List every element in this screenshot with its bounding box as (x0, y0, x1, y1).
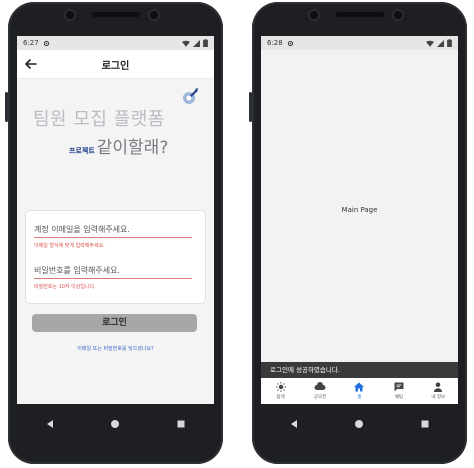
hero-headline: 팀원 모집 플랫폼 (33, 109, 165, 130)
volume-button (5, 92, 8, 122)
nav-recents-icon[interactable] (176, 419, 186, 429)
hero-slogan: 같이할래? (96, 138, 169, 158)
login-screen: 6:27 로그인 팀원 모집 플랫폼 프로젝트 같이할래? 계정 이메일을 입력… (17, 36, 214, 404)
signal-icon (437, 39, 444, 47)
chat-icon (394, 382, 404, 392)
phone-right: 6:28 Main Page 로그인에 성공하였습니다. 탐색 공모전 홈 채팅… (249, 2, 467, 464)
hero-banner: 팀원 모집 플랫폼 프로젝트 같이할래? (17, 79, 214, 171)
home-icon (354, 382, 365, 392)
speaker-grille (335, 12, 384, 17)
forgot-credentials-link[interactable]: 이메일 또는 비밀번호를 잊으셨나요? (17, 345, 214, 352)
bottom-nav-chat[interactable]: 채팅 (381, 382, 417, 400)
speaker-grille (91, 12, 140, 17)
front-camera (66, 11, 74, 19)
person-icon (434, 382, 443, 392)
volume-button (249, 92, 252, 122)
front-sensor (150, 11, 158, 19)
android-nav-bar (261, 406, 458, 442)
login-button[interactable]: 로그인 (32, 314, 197, 332)
nav-home-icon[interactable] (354, 419, 364, 429)
password-input[interactable]: 비밀번호를 입력해주세요. (34, 263, 192, 279)
wifi-icon (426, 40, 434, 47)
bottom-nav-label: 내 정보 (431, 395, 446, 400)
login-form-card: 계정 이메일을 입력해주세요. 이메일 형식에 맞게 입력해주세요. 비밀번호를… (25, 210, 206, 304)
bottom-nav-label: 홈 (357, 395, 362, 400)
nav-back-icon[interactable] (45, 419, 55, 429)
bottom-nav-profile[interactable]: 내 정보 (420, 382, 456, 400)
bottom-nav-label: 채팅 (394, 395, 403, 400)
email-input[interactable]: 계정 이메일을 입력해주세요. (34, 222, 192, 238)
status-bar: 6:28 (261, 36, 458, 50)
email-group: 계정 이메일을 입력해주세요. 이메일 형식에 맞게 입력해주세요. (34, 222, 192, 249)
phone-left: 6:27 로그인 팀원 모집 플랫폼 프로젝트 같이할래? 계정 이메일을 입력… (5, 2, 223, 464)
settings-icon (287, 40, 293, 46)
nav-back-icon[interactable] (289, 419, 299, 429)
battery-icon (203, 39, 208, 47)
bottom-nav-home[interactable]: 홈 (341, 382, 377, 400)
app-bar: 로그인 (17, 50, 214, 79)
signal-icon (193, 39, 200, 47)
status-bar: 6:27 (17, 36, 214, 50)
status-time: 6:28 (267, 39, 283, 47)
front-sensor (394, 11, 402, 19)
bottom-nav-contest[interactable]: 공모전 (302, 382, 338, 400)
status-time: 6:27 (23, 39, 39, 47)
nav-recents-icon[interactable] (420, 419, 430, 429)
cloud-icon (314, 382, 326, 390)
main-page-label: Main Page (341, 206, 378, 214)
bottom-nav-label: 탐색 (276, 395, 285, 400)
wifi-icon (182, 40, 190, 47)
battery-icon (447, 39, 452, 47)
hero-tag: 프로젝트 (69, 147, 95, 155)
password-error-text: 비밀번호는 10자 이상입니다. (34, 284, 96, 290)
password-group: 비밀번호를 입력해주세요. 비밀번호는 10자 이상입니다. (34, 263, 192, 290)
sun-icon (275, 382, 286, 392)
back-arrow-icon[interactable] (23, 56, 39, 72)
main-screen: 6:28 Main Page 로그인에 성공하였습니다. 탐색 공모전 홈 채팅… (261, 36, 458, 404)
bottom-nav-label: 공모전 (313, 395, 327, 400)
email-error-text: 이메일 형식에 맞게 입력해주세요. (34, 243, 105, 249)
hero-subline: 프로젝트 같이할래? (69, 133, 168, 158)
bottom-nav-explore[interactable]: 탐색 (263, 382, 299, 400)
login-success-snackbar: 로그인에 성공하였습니다. (261, 362, 458, 378)
page-title: 로그인 (101, 60, 130, 72)
nav-home-icon[interactable] (110, 419, 120, 429)
settings-icon (43, 40, 49, 46)
rocket-icon (183, 88, 198, 104)
android-nav-bar (17, 406, 214, 442)
front-camera (310, 11, 318, 19)
bottom-navigation: 탐색 공모전 홈 채팅 내 정보 (261, 378, 458, 404)
